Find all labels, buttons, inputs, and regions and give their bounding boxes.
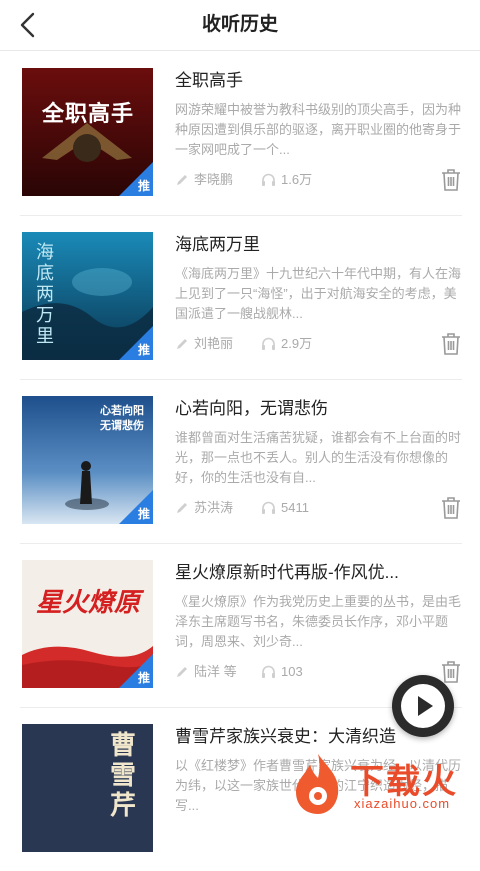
- book-description: 《星火燎原》作为我党历史上重要的丛书，是由毛泽东主席题写书名，朱德委员长作序，邓…: [175, 594, 462, 649]
- book-description: 《海底两万里》十九世纪六十年代中期，有人在海上见到了一只“海怪”，出于对航海安全…: [175, 266, 462, 321]
- list-item[interactable]: 海底两万里 推 海底两万里 《海底两万里》十九世纪六十年代中期，有人在海上见到了…: [20, 216, 462, 380]
- header-bar: 收听历史: [0, 0, 480, 51]
- book-cover[interactable]: 曹雪芹: [22, 724, 153, 852]
- author-name: 李晓鹏: [194, 172, 234, 187]
- play-count: 5411: [281, 500, 309, 515]
- book-cover[interactable]: 星火燎原 推: [22, 560, 153, 688]
- cover-title: 心若向阳 无谓悲伤: [100, 405, 144, 432]
- book-title[interactable]: 海底两万里: [175, 232, 465, 258]
- pen-icon: [177, 667, 187, 677]
- delete-button[interactable]: [440, 332, 462, 356]
- list-item[interactable]: 全职高手 推 全职高手 网游荣耀中被誉为教科书级别的顶尖高手，因为种种原因遭到俱…: [20, 52, 462, 216]
- page-title: 收听历史: [201, 14, 278, 35]
- headphones-icon: [262, 173, 275, 186]
- watermark-logo: 下载火 xiazaihuo.com: [290, 748, 478, 820]
- play-count: 2.9万: [281, 336, 313, 351]
- book-description: 谁都曾面对生活痛苦犹疑，谁都会有不上台面的时光，那一点也不丢人。别人的生活没有你…: [175, 430, 462, 485]
- book-title[interactable]: 全职高手: [175, 68, 465, 94]
- trash-icon: [442, 169, 460, 191]
- floating-play-button[interactable]: [392, 675, 454, 737]
- recommend-badge-label: 推: [137, 179, 150, 193]
- book-cover[interactable]: 心若向阳 无谓悲伤 推: [22, 396, 153, 524]
- recommend-badge-label: 推: [137, 671, 150, 685]
- play-count: 1.6万: [281, 172, 313, 187]
- cover-title: 曹雪芹: [110, 730, 137, 820]
- author-name: 苏洪涛: [194, 500, 234, 515]
- author-name: 陆洋 等: [194, 664, 237, 679]
- trash-icon: [442, 497, 460, 519]
- delete-button[interactable]: [440, 496, 462, 520]
- book-cover[interactable]: 全职高手 推: [22, 68, 153, 196]
- pen-icon: [177, 175, 187, 185]
- play-count: 103: [281, 664, 303, 679]
- author-name: 刘艳丽: [194, 336, 234, 351]
- headphones-icon: [262, 665, 275, 678]
- delete-button[interactable]: [440, 168, 462, 192]
- book-title[interactable]: 星火燎原新时代再版-作风优...: [175, 560, 465, 586]
- recommend-badge-label: 推: [137, 507, 150, 521]
- headphones-icon: [262, 337, 275, 350]
- trash-icon: [442, 333, 460, 355]
- pen-icon: [177, 339, 187, 349]
- cover-title: 星火燎原: [36, 587, 141, 617]
- headphones-icon: [262, 501, 275, 514]
- play-icon: [401, 684, 445, 728]
- cover-title: 全职高手: [41, 101, 134, 126]
- recommend-badge-label: 推: [137, 343, 150, 357]
- book-title[interactable]: 心若向阳，无谓悲伤: [175, 396, 465, 422]
- pen-icon: [177, 503, 187, 513]
- book-cover[interactable]: 海底两万里 推: [22, 232, 153, 360]
- watermark-url: xiazaihuo.com: [354, 796, 451, 811]
- cover-title: 海底两万里: [36, 242, 54, 346]
- list-item[interactable]: 心若向阳 无谓悲伤 推 心若向阳，无谓悲伤 谁都曾面对生活痛苦犹疑，谁都会有不上…: [20, 380, 462, 544]
- fire-logo-icon: [296, 754, 339, 814]
- book-description: 网游荣耀中被誉为教科书级别的顶尖高手，因为种种原因遭到俱乐部的驱逐，离开职业圈的…: [175, 102, 462, 157]
